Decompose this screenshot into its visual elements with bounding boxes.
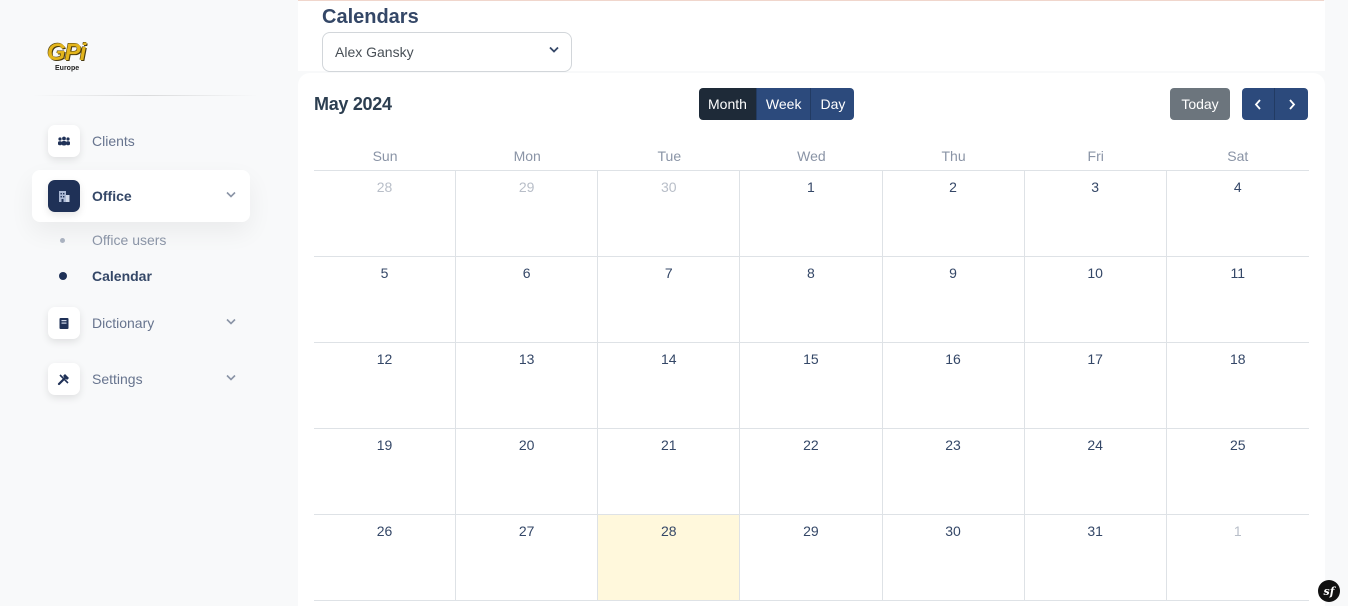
view-day-button[interactable]: Day xyxy=(811,88,855,120)
day-cell[interactable]: 4 xyxy=(1167,171,1309,256)
book-icon xyxy=(48,307,80,339)
calendar-select-value: Alex Gansky xyxy=(335,44,414,60)
day-cell[interactable]: 23 xyxy=(883,429,1025,514)
day-cell[interactable]: 20 xyxy=(456,429,599,514)
day-cell[interactable]: 29 xyxy=(456,171,599,256)
month-navigation xyxy=(1242,88,1308,120)
weekday-header: Thu xyxy=(941,148,966,164)
month-grid: Sun Mon Tue Wed Thu Fri Sat 28 29 30 1 2… xyxy=(314,146,1309,601)
day-cell[interactable]: 25 xyxy=(1167,429,1309,514)
bullet-icon xyxy=(60,237,65,243)
bullet-icon xyxy=(59,272,67,280)
sidebar-item-office[interactable]: Office xyxy=(32,170,250,222)
day-cell[interactable]: 22 xyxy=(740,429,883,514)
calendar-panel: May 2024 Month Week Day Today Sun Mon Tu… xyxy=(298,73,1325,606)
chevron-right-icon xyxy=(1288,98,1295,110)
day-cell[interactable]: 15 xyxy=(740,343,883,428)
sidebar-item-label: Office xyxy=(92,188,132,204)
day-cell[interactable]: 16 xyxy=(883,343,1025,428)
sidebar-divider xyxy=(32,95,258,96)
day-cell[interactable]: 1 xyxy=(1167,515,1309,600)
day-cell[interactable]: 3 xyxy=(1025,171,1167,256)
symfony-toolbar-icon[interactable]: sf xyxy=(1318,580,1340,602)
sidebar-item-settings[interactable]: Settings xyxy=(32,353,250,405)
day-cell[interactable]: 10 xyxy=(1025,257,1167,342)
chevron-down-icon xyxy=(226,189,236,201)
week-row: 12 13 14 15 16 17 18 xyxy=(314,343,1309,429)
day-cell[interactable]: 13 xyxy=(456,343,599,428)
day-cell[interactable]: 27 xyxy=(456,515,599,600)
day-cell[interactable]: 26 xyxy=(314,515,457,600)
day-cell[interactable]: 17 xyxy=(1025,343,1167,428)
sidebar-item-label: Dictionary xyxy=(92,315,155,331)
logo-text: GPi xyxy=(47,39,86,66)
day-cell[interactable]: 8 xyxy=(740,257,883,342)
logo[interactable]: GPi Europe xyxy=(47,40,93,74)
day-cell[interactable]: 18 xyxy=(1167,343,1309,428)
prev-month-button[interactable] xyxy=(1242,88,1275,120)
tools-icon xyxy=(48,363,80,395)
day-cell[interactable]: 7 xyxy=(598,257,741,342)
next-month-button[interactable] xyxy=(1275,88,1308,120)
day-cell[interactable]: 9 xyxy=(883,257,1025,342)
weekday-header: Mon xyxy=(513,148,541,164)
calendar-month-title: May 2024 xyxy=(314,94,392,114)
view-month-button[interactable]: Month xyxy=(699,88,757,120)
weekday-header: Sun xyxy=(372,148,398,164)
page-title: Calendars xyxy=(322,6,419,28)
day-cell[interactable]: 24 xyxy=(1025,429,1167,514)
week-row: 5 6 7 8 9 10 11 xyxy=(314,257,1309,343)
sidebar-subitem-label: Office users xyxy=(92,232,167,248)
day-cell[interactable]: 1 xyxy=(740,171,883,256)
day-cell[interactable]: 14 xyxy=(598,343,741,428)
building-icon xyxy=(48,180,80,212)
calendars-header: Calendars Alex Gansky xyxy=(298,1,1325,72)
weekday-header: Tue xyxy=(657,148,682,164)
week-row: 19 20 21 22 23 24 25 xyxy=(314,429,1309,515)
chevron-down-icon xyxy=(226,372,236,384)
sidebar-item-clients[interactable]: Clients xyxy=(32,115,250,167)
sidebar-subitem-office-users[interactable]: Office users xyxy=(60,232,166,248)
day-cell[interactable]: 21 xyxy=(598,429,741,514)
weekday-header-row: Sun Mon Tue Wed Thu Fri Sat xyxy=(314,146,1309,171)
day-cell[interactable]: 29 xyxy=(740,515,883,600)
logo-subtitle: Europe xyxy=(55,65,80,72)
day-cell[interactable]: 6 xyxy=(456,257,599,342)
chevron-down-icon xyxy=(226,316,236,328)
weekday-header: Wed xyxy=(797,148,826,164)
group-icon xyxy=(48,125,80,157)
day-cell[interactable]: 19 xyxy=(314,429,457,514)
sidebar-subitem-calendar[interactable]: Calendar xyxy=(59,268,152,284)
week-row: 28 29 30 1 2 3 4 xyxy=(314,171,1309,257)
day-cell-today[interactable]: 28 xyxy=(598,515,741,600)
weekday-header: Sat xyxy=(1227,148,1249,164)
day-cell[interactable]: 11 xyxy=(1167,257,1309,342)
day-cell[interactable]: 2 xyxy=(883,171,1025,256)
day-cell[interactable]: 28 xyxy=(314,171,457,256)
day-cell[interactable]: 30 xyxy=(598,171,741,256)
day-cell[interactable]: 31 xyxy=(1025,515,1167,600)
week-row: 26 27 28 29 30 31 1 xyxy=(314,515,1309,601)
sidebar-subitem-label: Calendar xyxy=(92,268,152,284)
sidebar-item-label: Settings xyxy=(92,371,143,387)
day-cell[interactable]: 5 xyxy=(314,257,457,342)
today-button[interactable]: Today xyxy=(1170,88,1230,120)
sidebar-item-dictionary[interactable]: Dictionary xyxy=(32,297,250,349)
sidebar-item-label: Clients xyxy=(92,133,135,149)
chevron-left-icon xyxy=(1254,98,1261,110)
calendar-select[interactable]: Alex Gansky xyxy=(322,32,572,72)
day-cell[interactable]: 12 xyxy=(314,343,457,428)
view-week-button[interactable]: Week xyxy=(756,88,812,120)
weekday-header: Fri xyxy=(1087,148,1104,164)
view-switcher: Month Week Day xyxy=(699,88,855,120)
day-cell[interactable]: 30 xyxy=(883,515,1025,600)
sidebar: GPi Europe Clients Office Office users C… xyxy=(0,0,282,606)
chevron-down-icon xyxy=(549,45,559,56)
